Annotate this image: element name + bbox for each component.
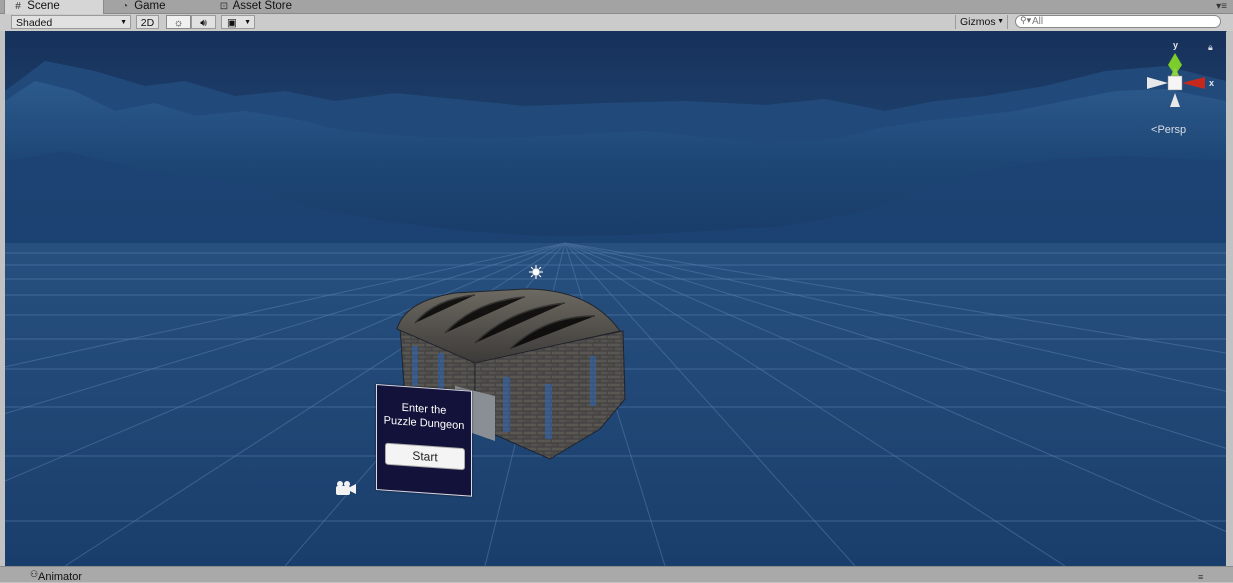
tab-bar: # Scene ◔ Game ⊡ Asset Store ▾≡ xyxy=(0,0,1233,14)
tab-game-label: Game xyxy=(134,0,166,12)
tab-menu-icon[interactable]: ▾≡ xyxy=(1216,1,1227,12)
scene-render: y x xyxy=(5,31,1226,566)
sun-icon: ☼ xyxy=(173,17,184,29)
animator-icon: ⚇ xyxy=(30,569,39,579)
grid-icon: # xyxy=(15,1,21,12)
toggle-2d-button[interactable]: 2D xyxy=(136,15,159,29)
tab-game[interactable]: ◔ Game xyxy=(112,0,166,13)
chevron-down-icon: ▼ xyxy=(244,19,251,26)
svg-text:y: y xyxy=(1173,40,1178,50)
viewport-border-right xyxy=(1227,31,1233,566)
speaker-icon: 🔊︎ xyxy=(200,17,207,29)
shading-mode-label: Shaded xyxy=(16,17,53,29)
shading-mode-dropdown[interactable]: Shaded ▼ xyxy=(11,15,131,29)
tab-scene-label: Scene xyxy=(27,0,60,12)
bag-icon: ⊡ xyxy=(219,1,229,12)
image-icon: ▣ xyxy=(227,17,237,29)
canvas-title-line-2: Puzzle Dungeon xyxy=(383,414,465,433)
pacman-icon: ◔ xyxy=(121,1,129,12)
scene-viewport[interactable]: y x 🔒︎ <Persp Enter the Puzzle Dungeon S… xyxy=(5,31,1226,566)
lock-icon[interactable]: 🔒︎ xyxy=(1208,42,1213,53)
effects-dropdown[interactable]: ▣ ▼ xyxy=(221,15,255,29)
projection-label: Persp xyxy=(1157,124,1187,136)
scene-toolbar: Shaded ▼ 2D ☼ 🔊︎ ▣ ▼ Gizmos ▼ ⚲▾ xyxy=(0,14,1233,32)
canvas-title-line-1: Enter the xyxy=(401,401,447,417)
gizmos-label: Gizmos xyxy=(960,16,996,28)
search-icon: ⚲▾ xyxy=(1020,15,1032,25)
toggle-audio-button[interactable]: 🔊︎ xyxy=(191,15,216,29)
tab-scene[interactable]: # Scene xyxy=(4,0,104,14)
gizmos-dropdown[interactable]: Gizmos ▼ xyxy=(955,15,1008,29)
bottom-panel: ⚇ Animator ≡ xyxy=(0,566,1233,583)
tab-asset-store[interactable]: ⊡ Asset Store xyxy=(211,0,292,13)
canvas-title: Enter the Puzzle Dungeon xyxy=(377,399,471,434)
light-icon xyxy=(529,265,543,279)
search-input[interactable] xyxy=(1032,16,1212,27)
tab-asset-store-label: Asset Store xyxy=(232,0,293,12)
chevron-down-icon: ▼ xyxy=(997,18,1004,25)
chevron-down-icon: ▼ xyxy=(120,19,127,26)
projection-toggle[interactable]: <Persp xyxy=(1151,124,1186,136)
canvas-panel[interactable]: Enter the Puzzle Dungeon Start xyxy=(376,384,472,497)
toggle-lighting-button[interactable]: ☼ xyxy=(166,15,191,29)
svg-text:x: x xyxy=(1209,78,1214,88)
tab-animator[interactable]: Animator xyxy=(38,571,82,583)
start-button[interactable]: Start xyxy=(385,442,465,471)
search-field[interactable]: ⚲▾ xyxy=(1015,15,1221,28)
